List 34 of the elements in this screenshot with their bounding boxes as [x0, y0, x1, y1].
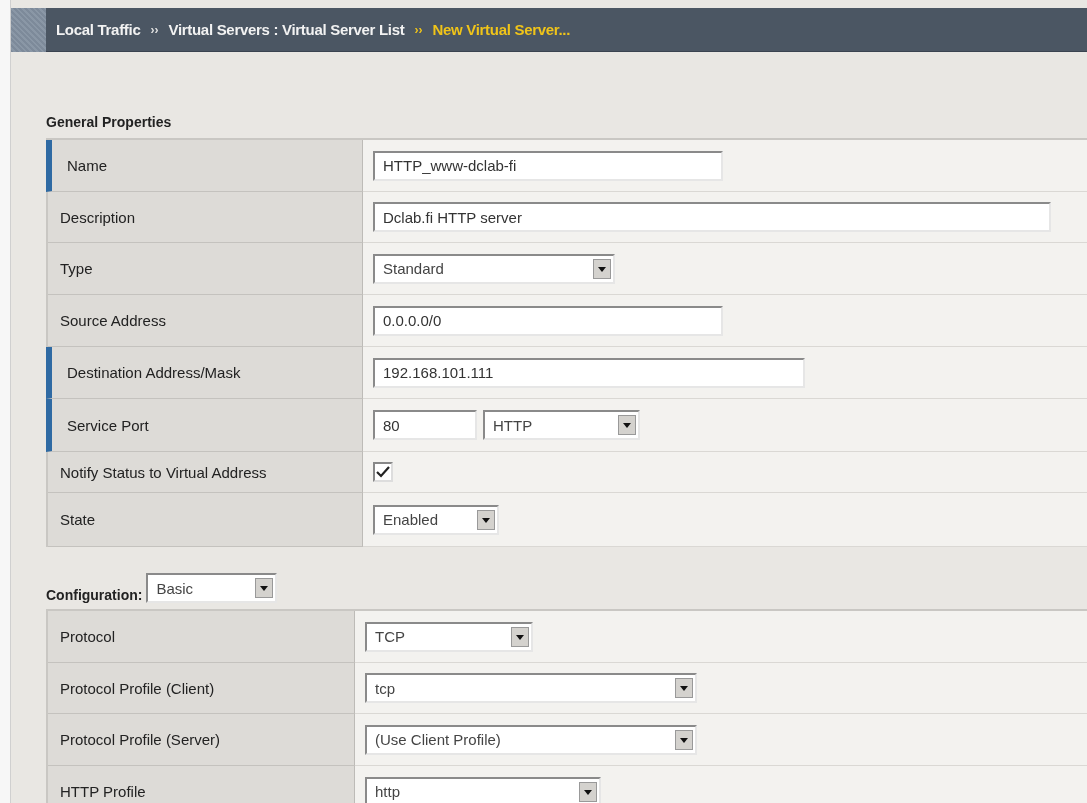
section-title: General Properties: [46, 114, 173, 130]
breadcrumb-item[interactable]: Virtual Servers : Virtual Server List: [168, 21, 405, 38]
port-field[interactable]: 80: [373, 410, 477, 440]
breadcrumb-item[interactable]: Local Traffic: [56, 21, 141, 38]
dropdown-field[interactable]: tcp: [365, 673, 697, 703]
field-label: Type: [48, 243, 363, 295]
text-field[interactable]: HTTP_www-dclab-fi: [373, 150, 723, 181]
breadcrumb-separator: ››: [150, 22, 159, 37]
required-field-label: Name: [46, 140, 363, 192]
field-label: State: [48, 493, 363, 547]
field-label: Notify Status to Virtual Address: [48, 452, 363, 493]
dropdown-field[interactable]: TCP: [365, 621, 533, 652]
required-field-label: Service Port: [46, 399, 363, 452]
text-field[interactable]: 0.0.0.0/0: [373, 305, 723, 336]
checkbox[interactable]: [373, 462, 393, 482]
field-label: HTTP Profile: [48, 766, 355, 803]
breadcrumb-item: New Virtual Server...: [432, 21, 571, 38]
service-dropdown[interactable]: HTTP: [483, 410, 640, 440]
field-label: Protocol Profile (Client): [48, 663, 355, 714]
dropdown-field[interactable]: Standard: [373, 253, 615, 284]
configuration-label: Configuration:: [46, 587, 143, 603]
text-field[interactable]: 192.168.101.111: [373, 357, 805, 388]
dropdown-field[interactable]: http: [365, 776, 601, 803]
field-label: Source Address: [48, 295, 363, 347]
required-field-label: Destination Address/Mask: [46, 347, 363, 399]
header-cap: [11, 8, 46, 52]
dropdown-field[interactable]: (Use Client Profile): [365, 724, 697, 755]
configuration-dropdown[interactable]: Basic: [146, 573, 278, 603]
field-label: Protocol Profile (Server): [48, 714, 355, 766]
field-label: Description: [48, 192, 363, 243]
text-field[interactable]: Dclab.fi HTTP server: [373, 202, 1051, 232]
field-label: Protocol: [48, 611, 355, 663]
dropdown-field[interactable]: Enabled: [373, 504, 499, 535]
breadcrumb-separator: ››: [414, 22, 423, 37]
